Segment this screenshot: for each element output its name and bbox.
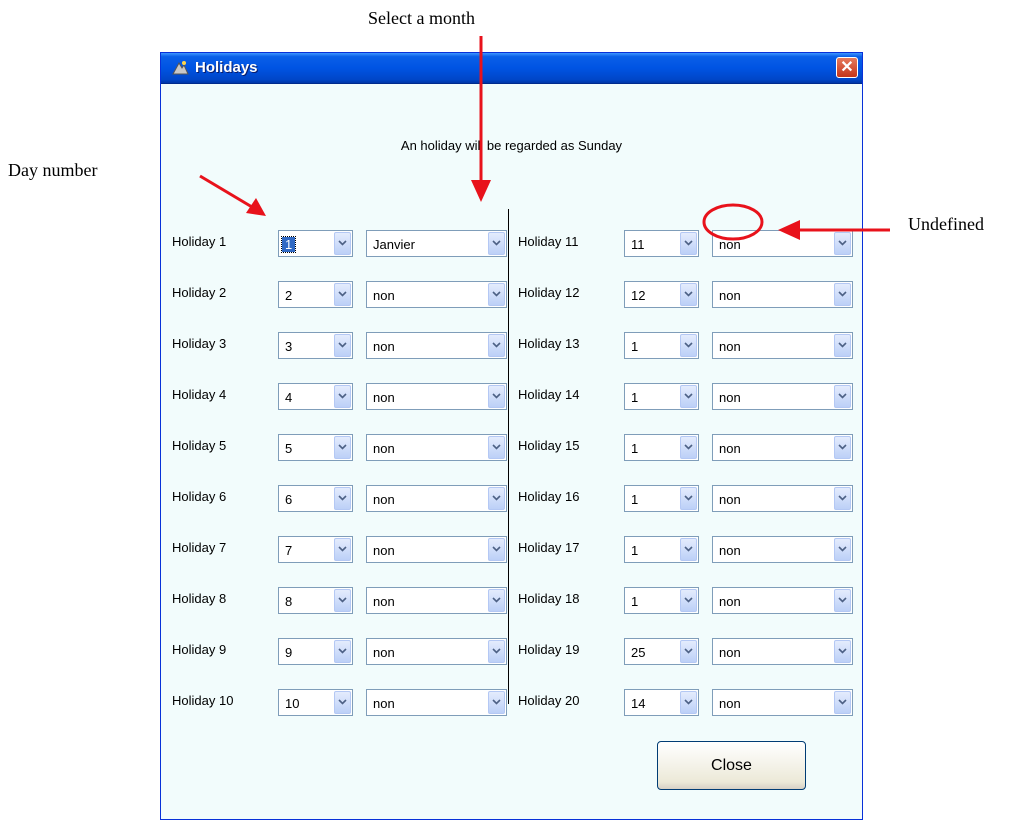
arrow-select-month: [471, 36, 491, 202]
arrow-day-number: [199, 174, 266, 216]
arrow-undefined: [778, 220, 890, 240]
annotation-overlay: [199, 36, 890, 241]
highlight-circle: [702, 203, 764, 241]
